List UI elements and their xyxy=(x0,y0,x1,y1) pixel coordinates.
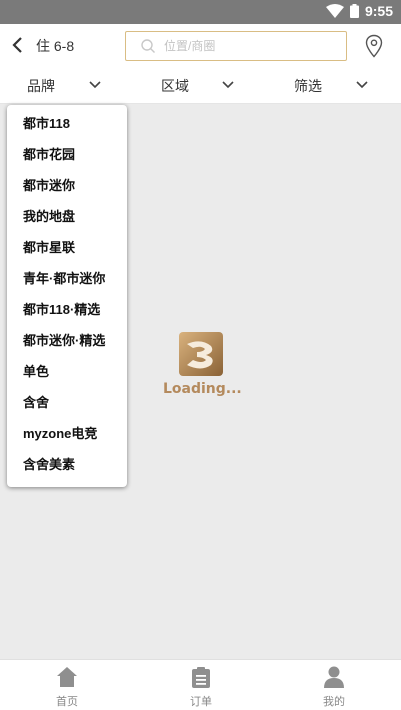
status-bar: 9:55 xyxy=(0,0,401,24)
home-icon xyxy=(57,667,77,687)
loading-text: Loading... xyxy=(163,381,242,397)
tab-profile[interactable]: 我的 xyxy=(304,664,364,708)
brand-option[interactable]: 都市花园 xyxy=(23,145,75,165)
brand-option[interactable]: 都市星联 xyxy=(23,238,75,258)
brand-option[interactable]: 我的地盘 xyxy=(23,207,75,227)
chevron-down-icon xyxy=(356,81,368,89)
battery-icon xyxy=(349,4,359,18)
brand-option[interactable]: myzone电竞 xyxy=(23,424,97,444)
brand-option[interactable]: 含舍 xyxy=(23,393,49,413)
brand-option[interactable]: 含舍美素 xyxy=(23,455,75,475)
user-icon xyxy=(324,666,344,688)
stay-dates[interactable]: 住 6-8 xyxy=(36,36,74,56)
tab-orders[interactable]: 订单 xyxy=(171,664,231,708)
brand-option[interactable]: 都市118·精选 xyxy=(23,300,100,320)
brand-option[interactable]: 青年·都市迷你 xyxy=(23,269,105,289)
order-icon xyxy=(192,667,210,688)
back-arrow-icon[interactable] xyxy=(10,35,26,55)
brand-option[interactable]: 单色 xyxy=(23,362,49,382)
brand-option[interactable]: 都市118 xyxy=(23,114,70,134)
header: 住 6-8 xyxy=(0,24,401,68)
brand-option[interactable]: 都市迷你·精选 xyxy=(23,331,105,351)
chevron-down-icon xyxy=(89,81,101,89)
loading-indicator: Loading... xyxy=(163,332,243,402)
search-box[interactable] xyxy=(125,31,347,61)
tab-home-label: 首页 xyxy=(56,696,78,708)
status-time: 9:55 xyxy=(364,3,393,19)
tab-profile-label: 我的 xyxy=(323,696,345,708)
brand-logo-icon xyxy=(179,332,223,376)
filter-more[interactable]: 筛选 xyxy=(294,76,370,96)
tab-home[interactable]: 首页 xyxy=(37,664,97,708)
filter-area-label: 区域 xyxy=(161,78,189,94)
filter-brand[interactable]: 品牌 xyxy=(27,76,103,96)
filter-bar: 品牌 区域 筛选 xyxy=(0,68,401,104)
filter-more-label: 筛选 xyxy=(294,78,322,94)
tab-orders-label: 订单 xyxy=(190,696,212,708)
chevron-down-icon xyxy=(222,81,234,89)
brand-option[interactable]: 都市迷你 xyxy=(23,176,75,196)
bottom-tab-bar: 首页 订单 我的 xyxy=(0,659,401,710)
search-icon xyxy=(141,39,155,53)
search-input[interactable] xyxy=(164,36,339,56)
location-pin-icon[interactable] xyxy=(364,34,384,58)
wifi-icon xyxy=(325,4,344,18)
brand-dropdown: 都市118 都市花园 都市迷你 我的地盘 都市星联 青年·都市迷你 都市118·… xyxy=(7,105,127,487)
filter-area[interactable]: 区域 xyxy=(161,76,237,96)
filter-brand-label: 品牌 xyxy=(27,78,55,94)
